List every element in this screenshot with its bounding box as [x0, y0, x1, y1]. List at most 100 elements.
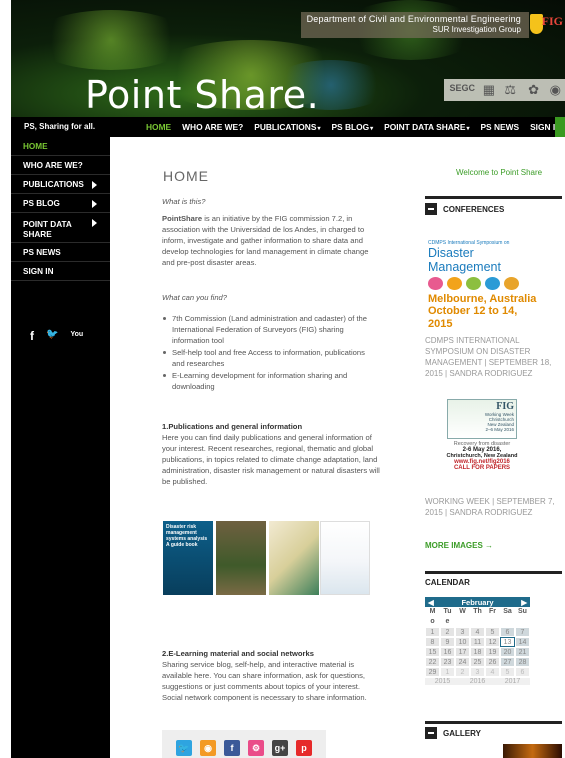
- nav-who-are-we[interactable]: WHO ARE WE?: [182, 122, 243, 132]
- calendar-grid: M Tu W Th Fr Sa Su o e 1 2 3 4 5 6 7 8 9 10 11 12 13 14 15 16 17 1…: [425, 607, 530, 677]
- conference-banner-image[interactable]: CDMPS International Symposium on Disaste…: [428, 240, 538, 330]
- calendar-day[interactable]: 2: [440, 627, 455, 637]
- sidebar-item-ps-blog[interactable]: PS BLOG: [11, 194, 110, 213]
- fig-logo[interactable]: FIG: [542, 14, 563, 29]
- gallery-image[interactable]: [503, 744, 562, 758]
- nav-point-data-share[interactable]: POINT DATA SHARE▾: [384, 122, 469, 132]
- sidebar-item-point-data-share[interactable]: POINT DATA SHARE: [11, 213, 110, 243]
- partner-flower-icon[interactable]: ✿: [528, 82, 539, 98]
- dribbble-icon[interactable]: ⚙: [248, 740, 264, 756]
- publication-cover-4[interactable]: [320, 521, 370, 595]
- calendar-weekday: Su: [518, 608, 527, 615]
- calendar-day[interactable]: 11: [470, 637, 485, 647]
- fig-working-week-image[interactable]: FIG Working Week Christchurch New Zealan…: [440, 399, 524, 487]
- calendar-day[interactable]: 6: [500, 627, 515, 637]
- calendar-day[interactable]: 5: [500, 667, 515, 677]
- calendar-year[interactable]: 2016: [470, 678, 486, 685]
- calendar-day[interactable]: 20: [500, 647, 515, 657]
- calendar-day[interactable]: 6: [515, 667, 530, 677]
- list-item: E-Learning development for information s…: [162, 370, 378, 392]
- calendar-day[interactable]: 28: [515, 657, 530, 667]
- nav-ps-blog[interactable]: PS BLOG▾: [331, 122, 373, 132]
- investigation-group: SUR Investigation Group: [432, 25, 522, 34]
- calendar-widget-title: CALENDAR: [425, 578, 470, 587]
- youtube-icon[interactable]: You: [70, 331, 83, 343]
- sidebar-item-home[interactable]: HOME: [11, 137, 110, 156]
- pinterest-icon[interactable]: p: [296, 740, 312, 756]
- calendar-day[interactable]: 8: [425, 637, 440, 647]
- sidebar-item-ps-news[interactable]: PS NEWS: [11, 243, 110, 262]
- more-images-link[interactable]: MORE IMAGES →: [425, 541, 493, 550]
- working-week-post-caption[interactable]: WORKING WEEK | SEPTEMBER 7, 2015 | SANDR…: [425, 496, 563, 518]
- publication-cover-3[interactable]: [269, 521, 319, 595]
- sidebar-item-label: PUBLICATIONS: [23, 179, 84, 189]
- conference-figures: [428, 277, 538, 290]
- calendar-prev-icon[interactable]: ◀: [428, 598, 434, 607]
- minus-icon[interactable]: [425, 203, 437, 215]
- calendar-day[interactable]: 27: [500, 657, 515, 667]
- calendar-day[interactable]: 1: [440, 667, 455, 677]
- sidebar-item-label: SIGN IN: [23, 266, 54, 276]
- calendar-day[interactable]: 3: [470, 667, 485, 677]
- calendar-day[interactable]: 4: [470, 627, 485, 637]
- facebook-share-icon[interactable]: f: [224, 740, 240, 756]
- publication-cover-2[interactable]: [216, 521, 266, 595]
- facebook-icon[interactable]: f: [30, 329, 34, 343]
- calendar-day[interactable]: 29: [425, 667, 440, 677]
- twitter-icon[interactable]: 🐦: [46, 329, 58, 343]
- rss-icon[interactable]: ◉: [200, 740, 216, 756]
- calendar-day[interactable]: 12: [485, 637, 500, 647]
- calendar-day[interactable]: 22: [425, 657, 440, 667]
- intro-brand: PointShare: [162, 214, 203, 223]
- sidebar-item-who-are-we[interactable]: WHO ARE WE?: [11, 156, 110, 175]
- calendar-day[interactable]: 13: [500, 637, 515, 647]
- calendar-day[interactable]: 26: [485, 657, 500, 667]
- arrow-right-icon: [92, 181, 97, 189]
- calendar-year[interactable]: 2017: [505, 678, 521, 685]
- calendar-day[interactable]: 16: [440, 647, 455, 657]
- calendar-day[interactable]: 25: [470, 657, 485, 667]
- calendar-day[interactable]: 14: [515, 637, 530, 647]
- calendar-day[interactable]: 1: [425, 627, 440, 637]
- calendar-day[interactable]: 9: [440, 637, 455, 647]
- sidebar-item-sign-in[interactable]: SIGN IN: [11, 262, 110, 281]
- green-tab[interactable]: [555, 117, 565, 137]
- calendar-day[interactable]: 15: [425, 647, 440, 657]
- calendar-day[interactable]: 5: [485, 627, 500, 637]
- conference-post-caption[interactable]: CDMPS INTERNATIONAL SYMPOSIUM ON DISASTE…: [425, 335, 563, 379]
- partner-globe-icon[interactable]: ◉: [550, 82, 561, 98]
- top-navigation-bar: PS, Sharing for all. HOME WHO ARE WE? PU…: [11, 117, 565, 137]
- nav-home[interactable]: HOME: [146, 122, 171, 132]
- calendar-day[interactable]: 10: [455, 637, 470, 647]
- question-what-can-you-find: What can you find?: [162, 293, 228, 302]
- calendar-day[interactable]: 19: [485, 647, 500, 657]
- question-what-is-this: What is this?: [162, 197, 206, 206]
- calendar-next-icon[interactable]: ▶: [521, 598, 527, 607]
- calendar-month: February: [461, 597, 494, 607]
- calendar-year[interactable]: 2015: [435, 678, 451, 685]
- calendar-day[interactable]: 21: [515, 647, 530, 657]
- calendar-day[interactable]: 3: [455, 627, 470, 637]
- partner-scales-icon[interactable]: ⚖: [504, 82, 516, 98]
- calendar-day[interactable]: 7: [515, 627, 530, 637]
- calendar-weekday: [470, 617, 485, 627]
- calendar-day[interactable]: 23: [440, 657, 455, 667]
- sidebar-item-publications[interactable]: PUBLICATIONS: [11, 175, 110, 194]
- partner-building-icon[interactable]: ▦: [483, 82, 495, 98]
- sidebar-item-label: PS BLOG: [23, 198, 60, 208]
- publication-cover-1[interactable]: Disaster risk management systems analysi…: [163, 521, 213, 595]
- calendar-weekday: [455, 617, 470, 627]
- calendar-day[interactable]: 18: [470, 647, 485, 657]
- calendar-day[interactable]: 17: [455, 647, 470, 657]
- calendar-day[interactable]: 2: [455, 667, 470, 677]
- minus-icon[interactable]: [425, 727, 437, 739]
- section-elearning-title: 2.E-Learning material and social network…: [162, 649, 314, 658]
- twitter-share-icon[interactable]: 🐦: [176, 740, 192, 756]
- nav-publications[interactable]: PUBLICATIONS▾: [254, 122, 320, 132]
- google-plus-icon[interactable]: g+: [272, 740, 288, 756]
- calendar-day[interactable]: 4: [485, 667, 500, 677]
- segc-logo[interactable]: SEGC: [449, 83, 475, 93]
- site-title[interactable]: Point Share.: [85, 73, 319, 117]
- calendar-day[interactable]: 24: [455, 657, 470, 667]
- nav-ps-news[interactable]: PS NEWS: [480, 122, 519, 132]
